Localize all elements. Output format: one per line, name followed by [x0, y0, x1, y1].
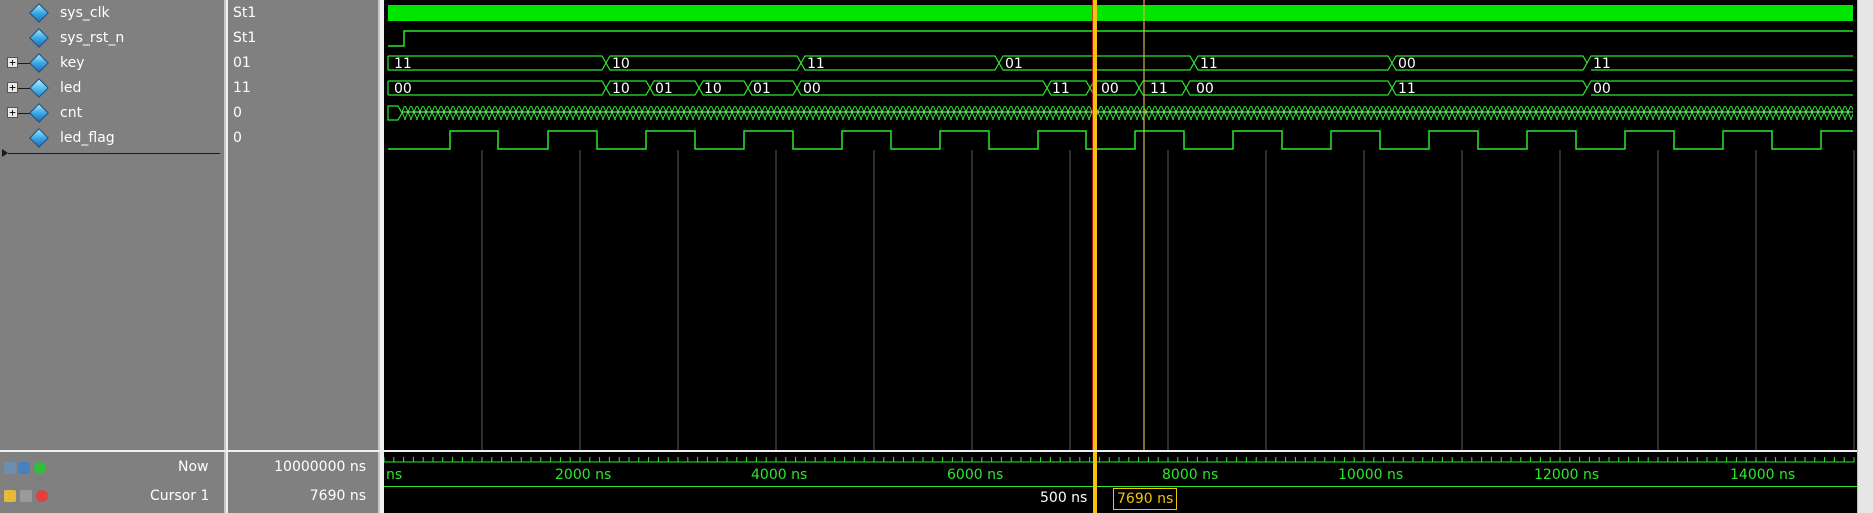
- remove-cursor-icon[interactable]: [36, 490, 48, 502]
- bus-label: 11: [1200, 56, 1218, 72]
- signal-value: 01: [233, 55, 251, 71]
- signal-row-cnt[interactable]: + cnt: [0, 101, 226, 126]
- sys-clk-wave: [388, 5, 1853, 21]
- footer-toolbar: Now Cursor 1: [0, 452, 226, 513]
- signal-name: cnt: [60, 105, 83, 121]
- tick-label: 4000 ns: [751, 467, 808, 483]
- signal-values-pane: St1 St1 01 11 0 0: [228, 0, 380, 450]
- waveform-canvas[interactable]: 11 10 11 01 11 00 11 00 10 01 10 01 00 1…: [384, 0, 1857, 450]
- value-row: St1: [228, 1, 378, 26]
- edit-cursor-icon[interactable]: [20, 490, 32, 502]
- cursor-1-ruler-line: [1093, 452, 1097, 513]
- footer-values: 10000000 ns 7690 ns: [228, 452, 380, 513]
- value-row: 11: [228, 76, 378, 101]
- signal-name: led: [60, 80, 82, 96]
- bus-label: 10: [612, 56, 630, 72]
- insertion-line: [8, 153, 220, 154]
- ruler-ticks: [384, 457, 1855, 463]
- cursor-1-label[interactable]: Cursor 1: [150, 488, 209, 504]
- bus-label: 00: [394, 81, 412, 97]
- signal-row-sys-clk[interactable]: sys_clk: [0, 1, 226, 26]
- bus-label: 10: [612, 81, 630, 97]
- signal-diamond-icon: [29, 103, 49, 123]
- cursor-1-value: 7690 ns: [309, 488, 366, 504]
- bus-label: 11: [1150, 81, 1168, 97]
- waveform-pane[interactable]: 11 10 11 01 11 00 11 00 10 01 10 01 00 1…: [384, 0, 1857, 450]
- led-flag-wave: [388, 130, 1853, 150]
- signal-name: sys_rst_n: [60, 30, 125, 46]
- signal-value: 0: [233, 130, 242, 146]
- bus-label: 00: [1196, 81, 1214, 97]
- signal-output-diamond-icon: [29, 78, 49, 98]
- bus-label: 11: [807, 56, 825, 72]
- signal-name: key: [60, 55, 85, 71]
- signal-value: St1: [233, 5, 257, 21]
- bus-label: 01: [753, 81, 771, 97]
- tick-label: 2000 ns: [555, 467, 612, 483]
- bus-label: 11: [1593, 56, 1611, 72]
- signal-name: led_flag: [60, 130, 115, 146]
- signal-name: sys_clk: [60, 5, 110, 21]
- expand-plus-icon[interactable]: +: [7, 57, 18, 68]
- timeline-start-label: ns: [386, 467, 403, 483]
- value-row: 0: [228, 126, 378, 151]
- add-wave-icon[interactable]: [4, 462, 16, 474]
- signal-diamond-icon: [29, 3, 49, 23]
- insertion-arrow-icon: [2, 149, 8, 157]
- tick-label: 10000 ns: [1338, 467, 1404, 483]
- signal-names-pane: sys_clk sys_rst_n + key + led + cnt led_…: [0, 0, 226, 450]
- tick-label: 8000 ns: [1162, 467, 1219, 483]
- signal-row-led-flag[interactable]: led_flag: [0, 126, 226, 151]
- expand-plus-icon[interactable]: +: [7, 107, 18, 118]
- bus-label: 00: [1398, 56, 1416, 72]
- cursor-track-line: [384, 486, 1857, 487]
- signal-value: St1: [233, 30, 257, 46]
- tick-label: 14000 ns: [1730, 467, 1796, 483]
- signal-value: 0: [233, 105, 242, 121]
- now-value: 10000000 ns: [274, 459, 366, 475]
- key-bus-wave: [387, 55, 1853, 71]
- signal-row-led[interactable]: + led: [0, 76, 226, 101]
- bus-label: 11: [1052, 81, 1070, 97]
- bus-label: 00: [1101, 81, 1119, 97]
- signal-diamond-icon: [29, 53, 49, 73]
- cursor-time-box[interactable]: 7690 ns: [1113, 488, 1178, 510]
- monitor-icon[interactable]: [18, 462, 30, 474]
- bus-label: 11: [1398, 81, 1416, 97]
- bus-label: 00: [803, 81, 821, 97]
- bus-label: 01: [655, 81, 673, 97]
- signal-row-sys-rst-n[interactable]: sys_rst_n: [0, 26, 226, 51]
- bus-label: 11: [394, 56, 412, 72]
- tick-label: 6000 ns: [947, 467, 1004, 483]
- now-label: Now: [178, 459, 209, 475]
- signal-diamond-icon: [29, 28, 49, 48]
- value-row: St1: [228, 26, 378, 51]
- value-row: 0: [228, 101, 378, 126]
- bus-label: 10: [704, 81, 722, 97]
- bus-label: 00: [1593, 81, 1611, 97]
- signal-value: 11: [233, 80, 251, 96]
- lock-icon[interactable]: [4, 490, 16, 502]
- expand-plus-icon[interactable]: +: [7, 82, 18, 93]
- led-bus-wave: [387, 80, 1853, 96]
- add-cursor-icon[interactable]: [34, 462, 46, 474]
- signal-row-key[interactable]: + key: [0, 51, 226, 76]
- signal-diamond-icon: [29, 128, 49, 148]
- sys-rst-n-wave: [388, 30, 1853, 47]
- cursor-delta-label: 500 ns: [1040, 490, 1088, 506]
- cnt-bus-start: [387, 105, 403, 121]
- value-row: 01: [228, 51, 378, 76]
- grid-lines: [481, 150, 1855, 450]
- tick-label: 12000 ns: [1534, 467, 1600, 483]
- vertical-scrollbar[interactable]: [1857, 0, 1873, 513]
- bus-label: 01: [1005, 56, 1023, 72]
- timeline-ruler[interactable]: ns 2000 ns 4000 ns 6000 ns 8000 ns 10000…: [384, 452, 1857, 513]
- cnt-bus-wave: [402, 106, 1853, 120]
